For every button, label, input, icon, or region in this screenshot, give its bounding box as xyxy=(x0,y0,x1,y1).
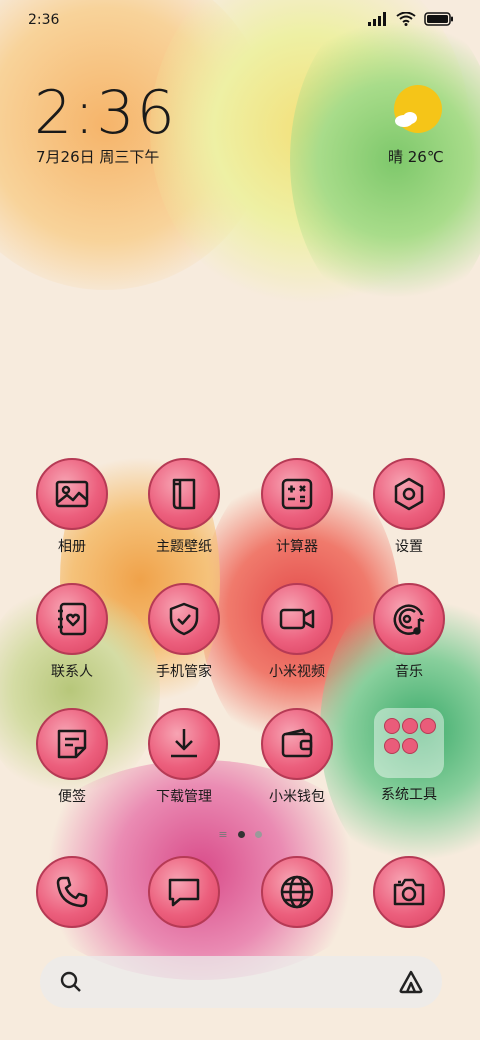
app-label: 便签 xyxy=(58,789,86,805)
status-time: 2:36 xyxy=(28,12,60,28)
phone-icon xyxy=(56,876,88,908)
signal-icon xyxy=(368,12,386,26)
hamburger-icon: ≡ xyxy=(218,828,228,841)
camera-icon xyxy=(393,878,425,906)
gallery-app-icon[interactable] xyxy=(36,458,108,530)
status-icons xyxy=(368,12,454,26)
app-label: 系统工具 xyxy=(381,787,437,803)
app-contacts[interactable]: 联系人 xyxy=(16,583,128,681)
folder-mini-app-icon xyxy=(402,718,418,734)
app-security[interactable]: 手机管家 xyxy=(128,583,240,681)
folder-icon[interactable] xyxy=(374,708,444,778)
page-dot-active xyxy=(237,831,245,838)
shield-check-icon xyxy=(169,602,199,636)
app-label: 小米钱包 xyxy=(269,789,325,805)
wallet-icon xyxy=(281,728,313,758)
message-icon xyxy=(168,878,200,907)
downloads-app-icon[interactable] xyxy=(148,708,220,780)
app-downloads[interactable]: 下载管理 xyxy=(128,708,240,806)
search-bar[interactable] xyxy=(40,956,442,1008)
dock-camera[interactable] xyxy=(353,856,465,928)
app-gallery[interactable]: 相册 xyxy=(16,458,128,556)
note-icon xyxy=(57,729,87,759)
notes-app-icon[interactable] xyxy=(36,708,108,780)
sunny-weather-icon[interactable] xyxy=(392,84,442,134)
music-disc-icon xyxy=(393,604,425,635)
download-icon xyxy=(171,729,197,758)
app-themes[interactable]: 主题壁纸 xyxy=(128,458,240,556)
page-dot xyxy=(254,831,262,838)
phone-app-icon[interactable] xyxy=(36,856,108,928)
app-label: 联系人 xyxy=(51,664,93,680)
dock-messages[interactable] xyxy=(128,856,240,928)
themes-app-icon[interactable] xyxy=(148,458,220,530)
app-label: 相册 xyxy=(58,539,86,555)
video-app-icon[interactable] xyxy=(261,583,333,655)
folder-mini-app-icon xyxy=(420,718,436,734)
app-label: 小米视频 xyxy=(269,664,325,680)
contacts-app-icon[interactable] xyxy=(36,583,108,655)
weather-widget-text[interactable]: 晴 26℃ xyxy=(388,146,444,167)
app-label: 音乐 xyxy=(395,664,423,680)
settings-app-icon[interactable] xyxy=(373,458,445,530)
hexagon-nut-icon xyxy=(394,477,424,511)
clock-widget-date[interactable]: 7月26日 周三下午 xyxy=(36,146,159,167)
globe-icon xyxy=(280,875,314,909)
app-music[interactable]: 音乐 xyxy=(353,583,465,681)
search-icon xyxy=(60,971,81,992)
contact-book-icon xyxy=(58,602,87,636)
app-label: 下载管理 xyxy=(156,789,212,805)
dock-phone[interactable] xyxy=(16,856,128,928)
app-calculator[interactable]: 计算器 xyxy=(241,458,353,556)
browser-app-icon[interactable] xyxy=(261,856,333,928)
image-icon xyxy=(55,480,89,508)
app-settings[interactable]: 设置 xyxy=(353,458,465,556)
folder-mini-app-icon xyxy=(384,738,400,754)
battery-icon xyxy=(424,12,453,26)
dock-browser[interactable] xyxy=(241,856,353,928)
video-camera-icon xyxy=(279,608,315,630)
app-label: 设置 xyxy=(395,539,423,555)
music-app-icon[interactable] xyxy=(373,583,445,655)
security-app-icon[interactable] xyxy=(148,583,220,655)
app-notes[interactable]: 便签 xyxy=(16,708,128,806)
app-label: 主题壁纸 xyxy=(156,539,212,555)
app-tools-folder[interactable]: 系统工具 xyxy=(353,708,465,804)
calculator-icon xyxy=(281,478,313,510)
clock-widget-time[interactable]: 2:36 xyxy=(34,78,177,148)
wallet-app-icon[interactable] xyxy=(261,708,333,780)
folder-mini-app-icon xyxy=(402,738,418,754)
app-label: 手机管家 xyxy=(156,664,212,680)
status-bar: 2:36 xyxy=(0,0,480,40)
wifi-icon xyxy=(396,12,416,26)
scroll-icon xyxy=(172,478,196,510)
folder-mini-app-icon xyxy=(384,718,400,734)
page-indicator: ≡ xyxy=(0,828,480,841)
calculator-app-icon[interactable] xyxy=(261,458,333,530)
app-wallet[interactable]: 小米钱包 xyxy=(241,708,353,806)
app-label: 计算器 xyxy=(276,539,318,555)
messages-app-icon[interactable] xyxy=(148,856,220,928)
camera-app-icon[interactable] xyxy=(373,856,445,928)
assistant-logo-icon[interactable] xyxy=(398,969,424,995)
app-video[interactable]: 小米视频 xyxy=(241,583,353,681)
